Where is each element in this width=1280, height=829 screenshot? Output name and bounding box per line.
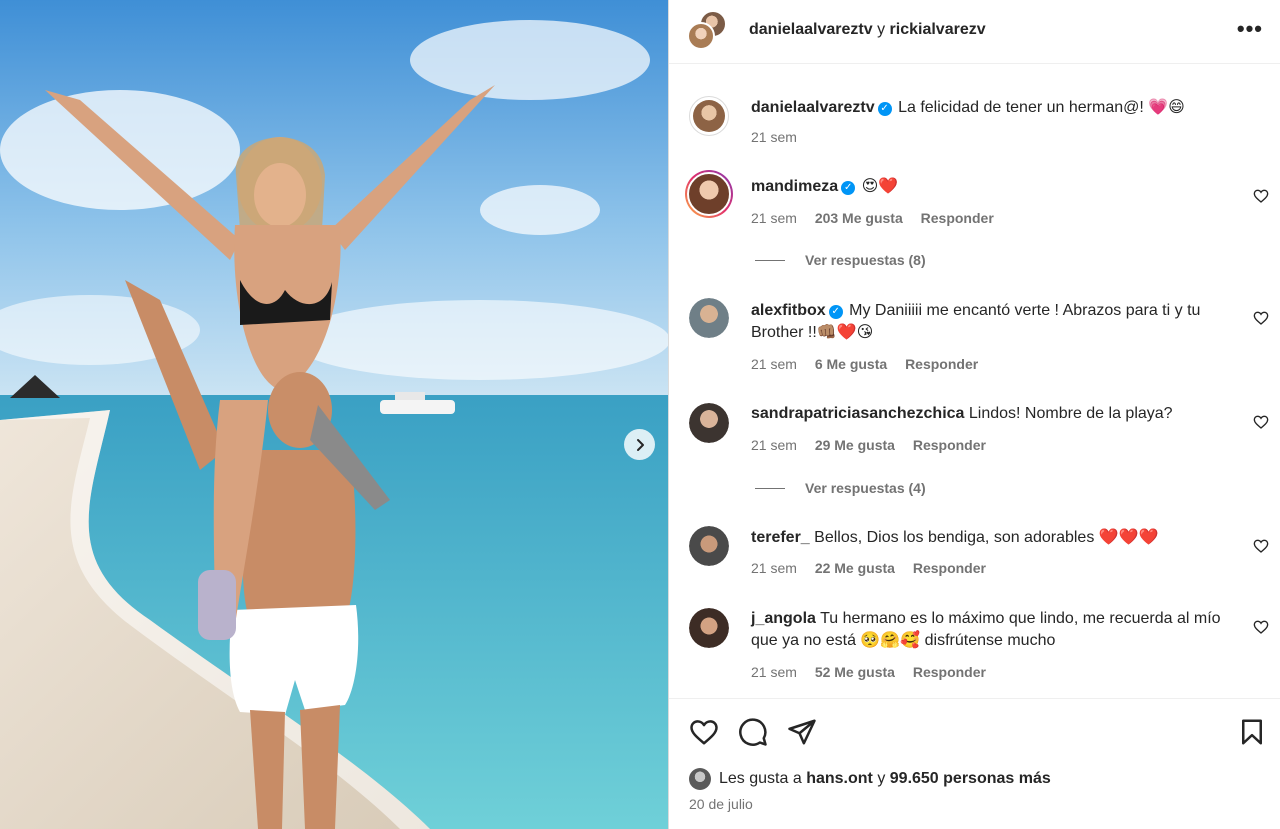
reply-button[interactable]: Responder [913,437,986,453]
like-comment-heart-icon[interactable] [1253,414,1269,430]
comment-text: terefer_ Bellos, Dios los bendiga, son a… [751,527,1246,549]
avatar[interactable] [689,96,729,136]
post-date[interactable]: 20 de julio [689,796,753,812]
comment-text: alexfitbox ✓ My Daniiiii me encantó verte… [751,300,1246,344]
avatar[interactable] [689,298,729,338]
likes-conj: y [877,770,886,787]
like-comment-heart-icon[interactable] [1253,310,1269,326]
comment-text: sandrapatriciasanchezchica Lindos! Nombr… [751,403,1246,425]
comment-time[interactable]: 21 sem [751,560,797,576]
comment-username[interactable]: sandrapatriciasanchezchica [751,405,964,422]
likes-count[interactable]: 99.650 personas más [890,770,1051,788]
post-photo [0,0,668,829]
next-photo-button[interactable] [624,429,655,460]
like-comment-heart-icon[interactable] [1253,538,1269,554]
comment-body: La felicidad de tener un herman@! 💗😄 [898,99,1185,116]
like-comment-heart-icon[interactable] [1253,619,1269,635]
avatar[interactable] [689,403,729,443]
view-replies-label: Ver respuestas (4) [805,480,926,496]
comment-likes[interactable]: 52 Me gusta [815,664,895,680]
comment-body: 😍❤️ [861,178,899,195]
comment-username[interactable]: danielaalvareztv [751,99,875,116]
reply-button[interactable]: Responder [905,356,978,372]
more-options-icon[interactable]: ••• [1237,18,1263,40]
comment-username[interactable]: j_angola [751,610,816,627]
verified-badge-icon: ✓ [841,181,856,195]
comment-time[interactable]: 21 sem [751,664,797,680]
comments-list[interactable]: danielaalvareztv ✓ La felicidad de tener … [669,64,1280,698]
avatar[interactable] [689,768,711,790]
like-heart-icon[interactable] [689,717,719,747]
likes-summary: Les gusta a hans.ont y 99.650 personas m… [689,768,1051,790]
comment-body: Lindos! Nombre de la playa? [968,405,1173,422]
comment-meta: 21 sem 6 Me gusta Responder [751,356,992,372]
comment-meta: 21 sem 203 Me gusta Responder [751,210,1008,226]
post-panel: danielaalvareztv y rickialvarezv ••• dan… [668,0,1280,829]
verified-badge-icon: ✓ [828,305,843,319]
view-replies-label: Ver respuestas (8) [805,252,926,268]
comment-time[interactable]: 21 sem [751,129,797,145]
beach-photo [0,0,668,829]
header-title: danielaalvareztv y rickialvarezv [749,21,986,39]
comment-username[interactable]: alexfitbox [751,302,826,319]
view-replies-button[interactable]: Ver respuestas (8) [755,252,926,268]
comment-meta: 21 sem 29 Me gusta Responder [751,437,1000,453]
verified-badge-icon: ✓ [877,102,892,116]
post-actions: Les gusta a hans.ont y 99.650 personas m… [669,698,1280,829]
comment-likes[interactable]: 203 Me gusta [815,210,903,226]
avatar[interactable] [689,608,729,648]
replies-line [755,487,785,489]
comment-meta: 21 sem 22 Me gusta Responder [751,560,1000,576]
comment-meta: 21 sem 52 Me gusta Responder [751,664,1000,680]
comment-body: Tu hermano es lo máximo que lindo, me re… [751,610,1221,649]
comment-meta: 21 sem [751,129,811,145]
replies-line [755,259,785,261]
reply-button[interactable]: Responder [913,560,986,576]
comment-likes[interactable]: 6 Me gusta [815,356,887,372]
header-user-2[interactable]: rickialvarezv [890,21,986,38]
comment-text: danielaalvareztv ✓ La felicidad de tener … [751,97,1246,119]
like-comment-heart-icon[interactable] [1253,188,1269,204]
comment-username[interactable]: mandimeza [751,178,838,195]
save-bookmark-icon[interactable] [1237,717,1267,747]
comment-body: Bellos, Dios los bendiga, son adorables … [814,529,1159,546]
avatar[interactable] [689,526,729,566]
post-header: danielaalvareztv y rickialvarezv ••• [669,0,1280,64]
comment-bubble-icon[interactable] [738,717,768,747]
comment-time[interactable]: 21 sem [751,356,797,372]
stacked-avatars[interactable] [687,10,731,54]
comment-text: mandimeza ✓ 😍❤️ [751,176,1246,198]
share-paper-plane-icon[interactable] [787,717,817,747]
header-user-1[interactable]: danielaalvareztv [749,21,873,38]
likes-user[interactable]: hans.ont [806,770,873,788]
reply-button[interactable]: Responder [921,210,994,226]
comment-username[interactable]: terefer_ [751,529,810,546]
reply-button[interactable]: Responder [913,664,986,680]
comment-likes[interactable]: 22 Me gusta [815,560,895,576]
likes-prefix: Les gusta a [719,770,802,787]
comment-text: j_angola Tu hermano es lo máximo que lin… [751,608,1246,652]
header-conj: y [877,21,886,38]
chevron-right-icon [636,438,644,451]
view-replies-button[interactable]: Ver respuestas (4) [755,480,926,496]
avatar[interactable] [687,22,715,50]
avatar[interactable] [685,170,733,218]
comment-time[interactable]: 21 sem [751,210,797,226]
comment-likes[interactable]: 29 Me gusta [815,437,895,453]
comment-time[interactable]: 21 sem [751,437,797,453]
